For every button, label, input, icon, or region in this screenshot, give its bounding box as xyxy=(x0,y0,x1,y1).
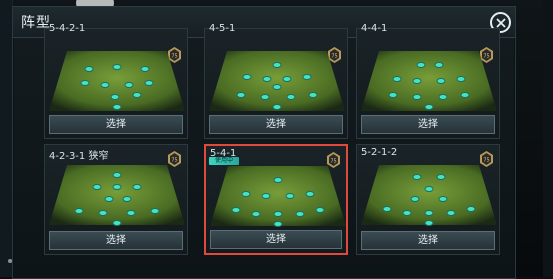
pitch xyxy=(361,165,497,226)
select-button[interactable]: 选择 xyxy=(361,231,495,250)
select-button[interactable]: 选择 xyxy=(209,115,343,134)
pitch xyxy=(49,51,185,111)
pitch xyxy=(209,51,345,111)
select-button[interactable]: 选择 xyxy=(361,115,495,134)
formation-grid[interactable]: 5-4-2-1 75 选择 4-5-1 75 选择 4-4-1 75 选择 4-… xyxy=(22,24,510,275)
formation-label: 4-5-1 xyxy=(209,24,236,34)
select-button[interactable]: 选择 xyxy=(210,230,342,249)
formation-label: 4-4-1 xyxy=(361,24,388,34)
formation-label: 5-4-2-1 xyxy=(49,24,86,34)
formation-card[interactable]: 4-2-3-1 狭窄 75 选择 xyxy=(44,144,188,255)
formation-card[interactable]: 4-5-1 75 选择 xyxy=(204,24,348,139)
pitch xyxy=(361,51,497,111)
pitch xyxy=(210,166,346,227)
select-button[interactable]: 选择 xyxy=(49,115,183,134)
right-side-strip xyxy=(543,0,553,277)
formation-card[interactable]: 5-2-1-2 75 选择 xyxy=(356,144,500,255)
formation-card[interactable]: 5-4-2-1 75 选择 xyxy=(44,24,188,139)
pitch xyxy=(49,165,185,226)
formation-card-selected[interactable]: 5-4-1 使用中 75 选择 xyxy=(204,144,348,255)
formation-card[interactable]: 4-4-1 75 选择 xyxy=(356,24,500,139)
select-button[interactable]: 选择 xyxy=(49,231,183,250)
